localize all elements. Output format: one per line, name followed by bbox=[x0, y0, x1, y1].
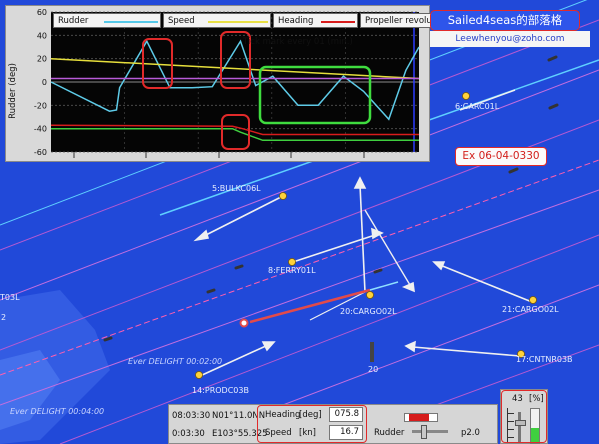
time-elapsed: 0:03:30 bbox=[172, 429, 205, 439]
y-tick-label: -40 bbox=[34, 125, 47, 134]
blog-email-link[interactable]: Leewhenyou@zoho.com bbox=[430, 31, 590, 47]
rudder-indicator-fill bbox=[409, 414, 429, 421]
y-tick-label: 40 bbox=[37, 31, 47, 40]
vessel-label: 8:FERRY01L bbox=[268, 266, 316, 275]
legend-swatch-speed bbox=[208, 21, 268, 23]
vessel-label: 20:CARGO02L bbox=[340, 307, 397, 316]
time-primary: 08:03:30 bbox=[172, 411, 211, 421]
annotation-ring bbox=[501, 390, 547, 443]
simulator-scene: 6:CARC01L 5:BULKC06L 8:FERRY01L 20:CARGO… bbox=[0, 0, 599, 444]
tick-note: Tick mark every 01 (min.) bbox=[242, 37, 353, 47]
rudder-slider[interactable] bbox=[412, 425, 448, 439]
rudder-indicator-bar bbox=[404, 413, 438, 422]
annotation-ring bbox=[257, 405, 367, 443]
own-ship-label: Ever DELIGHT 00:02:00 bbox=[128, 357, 223, 366]
legend-swatch-heading bbox=[321, 21, 355, 23]
y-tick-label: -20 bbox=[34, 101, 47, 110]
y-tick-label: 20 bbox=[37, 55, 47, 64]
edge-label: T03L bbox=[0, 293, 20, 302]
engine-telegraph-panel: 43 [%] bbox=[500, 389, 548, 444]
example-badge: Ex 06-04-0330 bbox=[455, 147, 547, 166]
wake-label: 20 bbox=[368, 365, 379, 374]
rudder-chart-panel: 60 40 20 0 -20 -40 -60 Rudder (deg) Tick mark … bbox=[5, 5, 470, 162]
legend-speed: Speed bbox=[163, 13, 271, 28]
own-ship-marker bbox=[239, 318, 249, 328]
y-axis-ticks: 60 40 20 0 -20 -40 -60 bbox=[34, 8, 47, 157]
vessel-label: 17:CNTNR03B bbox=[516, 355, 573, 364]
vessel-label: 21:CARGO02L bbox=[502, 305, 559, 314]
own-ship-label: Ever DELIGHT 00:04:00 bbox=[10, 407, 105, 416]
vessel-label: 14:PRODC03B bbox=[192, 386, 249, 395]
rudder-label: Rudder bbox=[374, 428, 405, 438]
y-axis-label: Rudder (deg) bbox=[8, 63, 18, 119]
y-tick-label: 0 bbox=[42, 78, 47, 87]
vessel-label: 6:CARC01L bbox=[455, 102, 500, 111]
y-tick-label: 60 bbox=[37, 8, 47, 17]
blog-title-badge: Sailed4seas的部落格 bbox=[430, 10, 580, 31]
vessel-label: 5:BULKC06L bbox=[212, 184, 261, 193]
legend-rudder: Rudder bbox=[53, 13, 161, 28]
chart-legend: Rudder Speed Heading Propeller revolutio… bbox=[53, 13, 472, 30]
rudder-value: p2.0 bbox=[461, 428, 480, 438]
nav-info-panel: 08:03:30 0:03:30 N01°11.0NN E103°55.325 … bbox=[168, 404, 498, 444]
legend-heading: Heading bbox=[273, 13, 358, 28]
x-axis-ticks bbox=[73, 152, 365, 158]
rudder-slider-thumb[interactable] bbox=[421, 425, 427, 439]
legend-swatch-rudder bbox=[104, 21, 158, 23]
y-tick-label: -60 bbox=[34, 148, 47, 157]
edge-label: 2 bbox=[1, 313, 7, 322]
